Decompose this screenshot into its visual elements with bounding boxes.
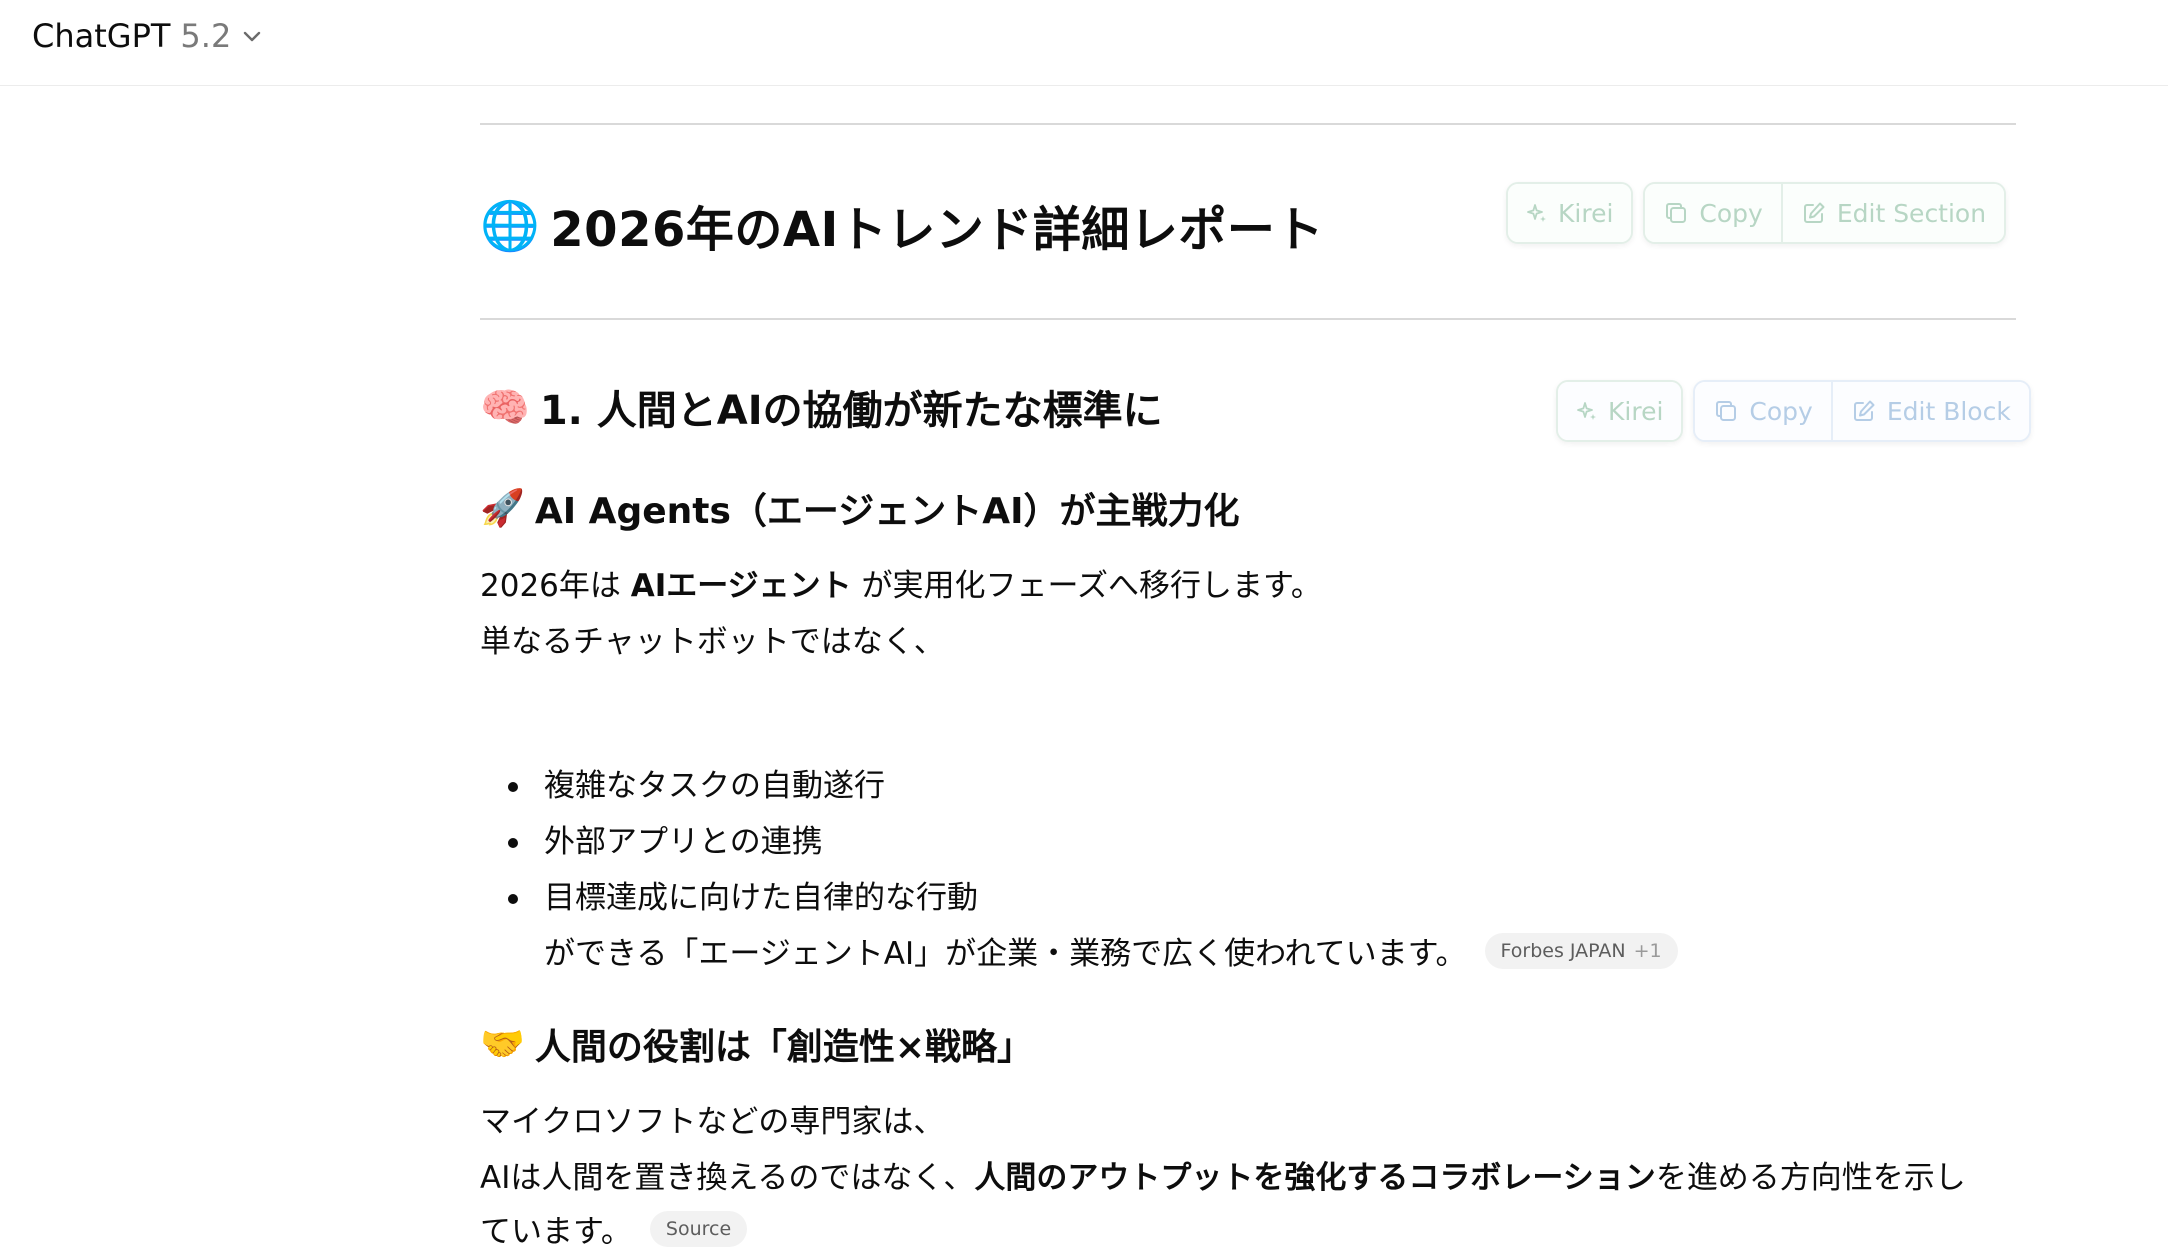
text-segment: ています。 <box>480 1214 632 1250</box>
paragraph: AIは人間を置き換えるのではなく、人間のアウトプットを強化するコラボレーションを… <box>480 1152 1966 1197</box>
report-title-text: 2026年のAIトレンド詳細レポート <box>550 202 1324 258</box>
section-heading: 🧠 1. 人間とAIの協働が新たな標準に <box>480 378 1163 436</box>
report-title-row: 🌐 2026年のAIトレンド詳細レポート Kirei Copy Edit Sec… <box>480 182 2016 266</box>
text-segment: AIは人間を置き換えるのではなく、 <box>480 1160 975 1196</box>
bold-text: AIエージェント <box>630 568 852 604</box>
edit-section-button[interactable]: Edit Section <box>1780 184 2005 242</box>
block-toolbar: Kirei Copy Edit Block <box>1556 380 2031 442</box>
report-title: 🌐 2026年のAIトレンド詳細レポート <box>480 190 1324 260</box>
section-toolbar: Kirei Copy Edit Section <box>1506 182 2007 244</box>
kirei-label: Kirei <box>1558 198 1614 228</box>
copy-icon <box>1663 200 1689 226</box>
handshake-icon: 🤝 <box>480 1024 525 1065</box>
copy-button[interactable]: Copy <box>1645 184 1781 242</box>
paragraph: 2026年は AIエージェント が実用化フェーズへ移行します。 <box>480 560 1322 605</box>
citation-source: Source <box>665 1217 732 1240</box>
paragraph: マイクロソフトなどの専門家は、 <box>480 1104 945 1140</box>
sparkle-icon <box>1576 400 1598 422</box>
citation-chip[interactable]: Source <box>649 1210 748 1247</box>
text-segment: が実用化フェーズへ移行します。 <box>851 568 1322 604</box>
text-segment: を進める方向性を示し <box>1655 1160 1966 1196</box>
paragraph: 単なるチャットボットではなく、 <box>480 624 945 660</box>
kirei-button-group: Kirei <box>1506 182 1634 244</box>
chevron-down-icon <box>241 25 263 47</box>
copy-button[interactable]: Copy <box>1695 382 1831 440</box>
copy-label: Copy <box>1699 198 1763 228</box>
globe-icon: 🌐 <box>480 197 541 254</box>
subsection-heading-text: 人間の役割は「創造性×戦略」 <box>534 1027 1033 1068</box>
kirei-button-group: Kirei <box>1556 380 1684 442</box>
kirei-button[interactable]: Kirei <box>1508 184 1632 242</box>
edit-block-button[interactable]: Edit Block <box>1830 382 2029 440</box>
continuation-text: ができる「エージェントAI」が企業・業務で広く使われています。 <box>544 936 1467 972</box>
copy-icon <box>1713 398 1739 424</box>
model-version: 5.2 <box>180 17 232 55</box>
bold-text: 人間のアウトプットを強化するコラボレーション <box>974 1160 1656 1196</box>
divider <box>480 123 2016 125</box>
text-segment: 2026年は <box>480 568 631 604</box>
citation-more: +1 <box>1633 939 1662 962</box>
list-item: 外部アプリとの連携 <box>504 814 978 870</box>
top-bar: ChatGPT 5.2 <box>0 0 2168 86</box>
copy-label: Copy <box>1749 396 1813 426</box>
citation-chip[interactable]: Forbes JAPAN +1 <box>1484 932 1678 969</box>
edit-section-label: Edit Section <box>1836 198 1987 228</box>
divider <box>480 318 2016 320</box>
list-continuation: ができる「エージェントAI」が企業・業務で広く使われています。 Forbes J… <box>544 928 1678 973</box>
copy-edit-button-group: Copy Edit Block <box>1693 380 2031 442</box>
edit-icon <box>1801 200 1827 226</box>
citation-source: Forbes JAPAN <box>1500 939 1626 962</box>
brain-icon: 🧠 <box>480 384 530 431</box>
bullet-list: 複雑なタスクの自動遂行 外部アプリとの連携 目標達成に向けた自律的な行動 <box>504 758 978 926</box>
list-item: 目標達成に向けた自律的な行動 <box>504 870 978 926</box>
edit-icon <box>1851 398 1877 424</box>
sparkle-icon <box>1526 202 1548 224</box>
list-item: 複雑なタスクの自動遂行 <box>504 758 978 814</box>
copy-edit-button-group: Copy Edit Section <box>1643 182 2007 244</box>
paragraph: ています。 Source <box>480 1206 748 1251</box>
model-name: ChatGPT <box>32 17 171 55</box>
kirei-button[interactable]: Kirei <box>1558 382 1682 440</box>
kirei-label: Kirei <box>1608 396 1664 426</box>
subsection-heading: 🚀 AI Agents（エージェントAI）が主戦力化 <box>480 482 1239 534</box>
model-switcher[interactable]: ChatGPT 5.2 <box>32 12 263 60</box>
rocket-icon: 🚀 <box>480 488 525 529</box>
subsection-heading-text: AI Agents（エージェントAI）が主戦力化 <box>534 491 1240 532</box>
edit-block-label: Edit Block <box>1886 396 2011 426</box>
subsection-heading: 🤝 人間の役割は「創造性×戦略」 <box>480 1018 1033 1070</box>
section-heading-text: 1. 人間とAIの協働が新たな標準に <box>539 388 1163 434</box>
